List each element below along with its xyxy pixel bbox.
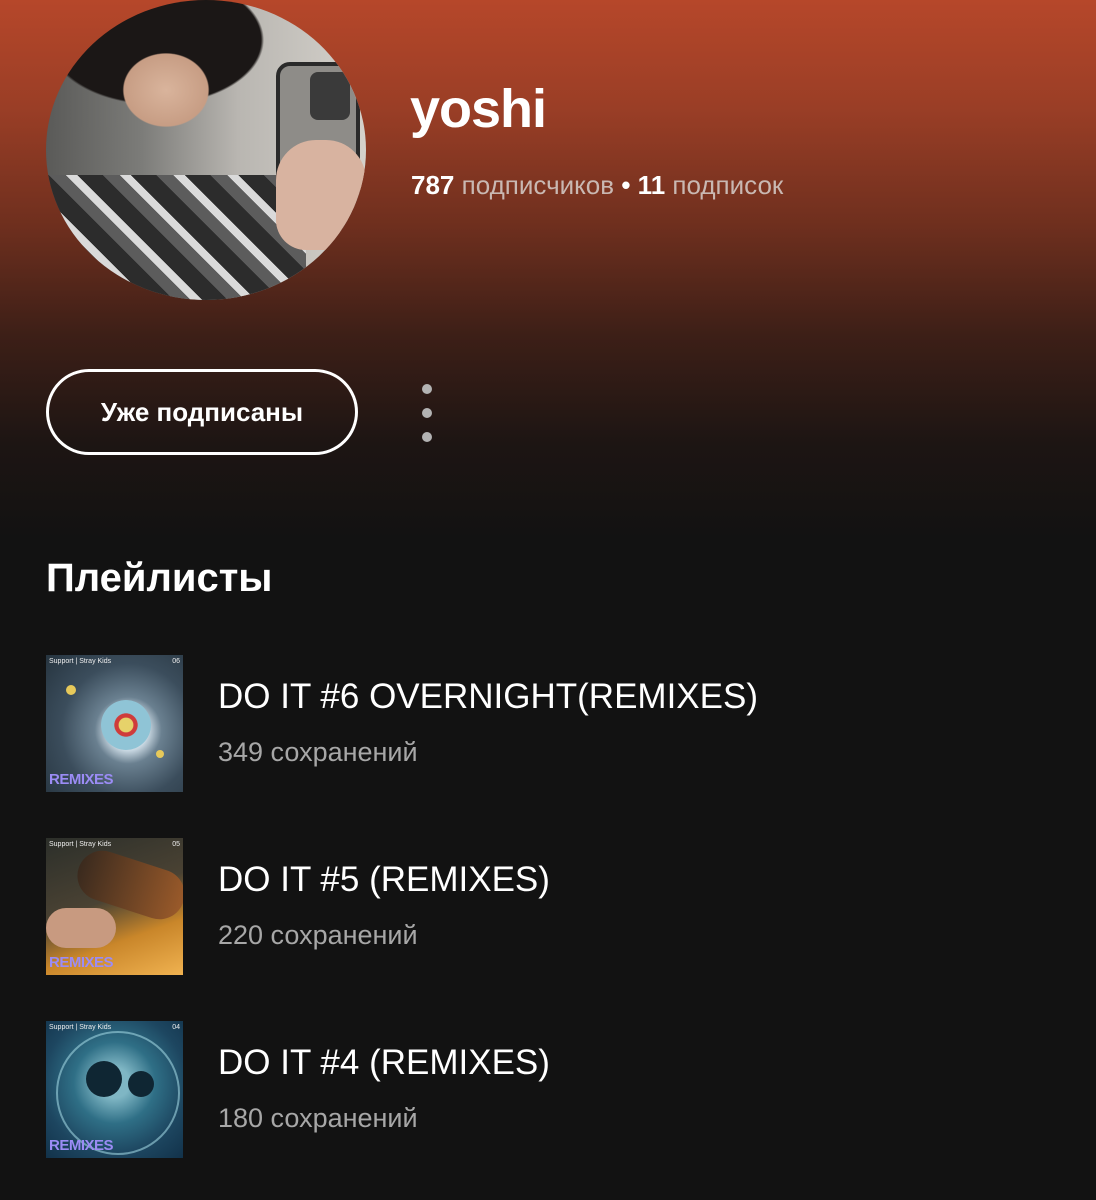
cover-tag: Support | Stray Kids <box>49 1024 112 1031</box>
cover-decoration <box>66 685 76 695</box>
following-label[interactable]: подписок <box>672 170 783 200</box>
followers-label[interactable]: подписчиков <box>462 170 614 200</box>
cover-decoration <box>101 700 151 750</box>
cover-tag: Support | Stray Kids <box>49 658 112 665</box>
playlist-title: DO IT #5 (REMIXES) <box>218 860 550 899</box>
cover-number: 05 <box>172 841 180 848</box>
playlist-saves: 349 сохранений <box>218 737 418 767</box>
cover-tag: Support | Stray Kids <box>49 841 112 848</box>
following-count[interactable]: 11 <box>638 170 666 200</box>
more-dot <box>422 384 432 394</box>
cover-decoration <box>46 908 116 948</box>
playlist-cover: Support | Stray Kids 04 REMIXES <box>46 1021 183 1158</box>
playlist-item[interactable]: Support | Stray Kids 06 REMIXES DO IT #6… <box>46 655 1046 793</box>
avatar-hand <box>276 140 366 250</box>
avatar-shirt <box>46 175 306 300</box>
profile-avatar[interactable] <box>46 0 366 300</box>
cover-decoration <box>86 1061 122 1097</box>
following-button[interactable]: Уже подписаны <box>46 369 358 455</box>
playlist-item[interactable]: Support | Stray Kids 04 REMIXES DO IT #4… <box>46 1021 1046 1159</box>
playlist-title: DO IT #6 OVERNIGHT(REMIXES) <box>218 677 758 716</box>
playlist-saves: 180 сохранений <box>218 1103 418 1133</box>
playlist-item[interactable]: Support | Stray Kids 05 REMIXES DO IT #5… <box>46 838 1046 976</box>
cover-number: 06 <box>172 658 180 665</box>
followers-count[interactable]: 787 <box>411 170 454 200</box>
cover-remix-label: REMIXES <box>49 771 114 788</box>
more-dot <box>422 432 432 442</box>
cover-decoration <box>128 1071 154 1097</box>
more-options-icon[interactable] <box>405 378 449 448</box>
avatar-phone-camera <box>310 72 350 120</box>
playlists-heading: Плейлисты <box>46 556 273 600</box>
cover-decoration <box>156 750 164 758</box>
playlist-saves: 220 сохранений <box>218 920 418 950</box>
playlist-cover: Support | Stray Kids 05 REMIXES <box>46 838 183 975</box>
playlist-title: DO IT #4 (REMIXES) <box>218 1043 550 1082</box>
playlist-cover: Support | Stray Kids 06 REMIXES <box>46 655 183 792</box>
profile-stats: 787 подписчиков • 11 подписок <box>411 170 783 201</box>
profile-username: yoshi <box>410 79 547 139</box>
cover-remix-label: REMIXES <box>49 954 114 971</box>
cover-remix-label: REMIXES <box>49 1137 114 1154</box>
more-dot <box>422 408 432 418</box>
stats-separator: • <box>621 170 631 200</box>
cover-number: 04 <box>172 1024 180 1031</box>
